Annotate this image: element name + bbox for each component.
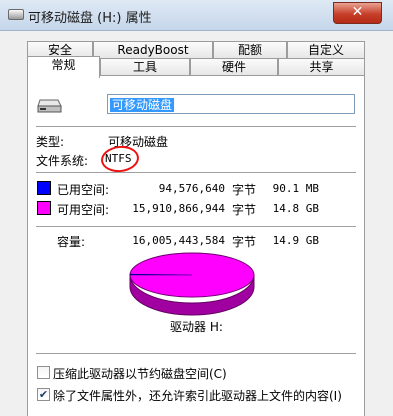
free-space-swatch [37,201,51,215]
title-bar[interactable]: 可移动磁盘 (H:) 属性 ✕ [0,0,393,31]
used-space-swatch [37,181,51,195]
capacity-unit: 字节 [232,235,257,249]
free-space-unit: 字节 [232,203,257,217]
drive-name-text: 可移动磁盘 [110,98,175,112]
separator [36,353,356,354]
close-button[interactable]: ✕ [333,2,382,24]
separator [36,126,356,127]
removable-drive-icon [37,99,62,113]
index-checkbox[interactable]: ✔ [37,388,50,401]
drive-icon [8,9,24,20]
free-space-bytes: 15,910,866,944 [132,202,225,215]
separator [36,226,356,227]
used-space-unit: 字节 [232,183,257,197]
disk-usage-pie [129,252,255,316]
type-label: 类型: [36,135,65,149]
index-label[interactable]: 除了文件属性外，还允许索引此驱动器上文件的内容(I) [53,387,342,404]
separator [36,172,356,173]
window-title: 可移动磁盘 (H:) 属性 [28,11,152,26]
capacity-label: 容量: [57,235,86,249]
filesystem-label: 文件系统: [36,154,89,168]
filesystem-value-wrap: NTFS [99,144,141,174]
compress-checkbox[interactable] [37,366,50,379]
free-space-label: 可用空间: [57,203,110,217]
compress-label[interactable]: 压缩此驱动器以节约磁盘空间(C) [53,365,227,382]
capacity-size: 14.9 GB [272,234,319,247]
used-space-bytes: 94,576,640 [158,182,225,195]
checkbox-mark: ✔ [38,388,49,401]
free-space-size: 14.8 GB [272,202,319,215]
used-space-size: 90.1 MB [272,182,319,195]
drive-letter-label: 驱动器 H: [170,320,223,334]
tab-general[interactable]: 常规 [27,56,100,78]
capacity-bytes: 16,005,443,584 [132,234,225,247]
drive-name-input[interactable]: 可移动磁盘 [107,94,355,114]
used-space-label: 已用空间: [57,183,110,197]
